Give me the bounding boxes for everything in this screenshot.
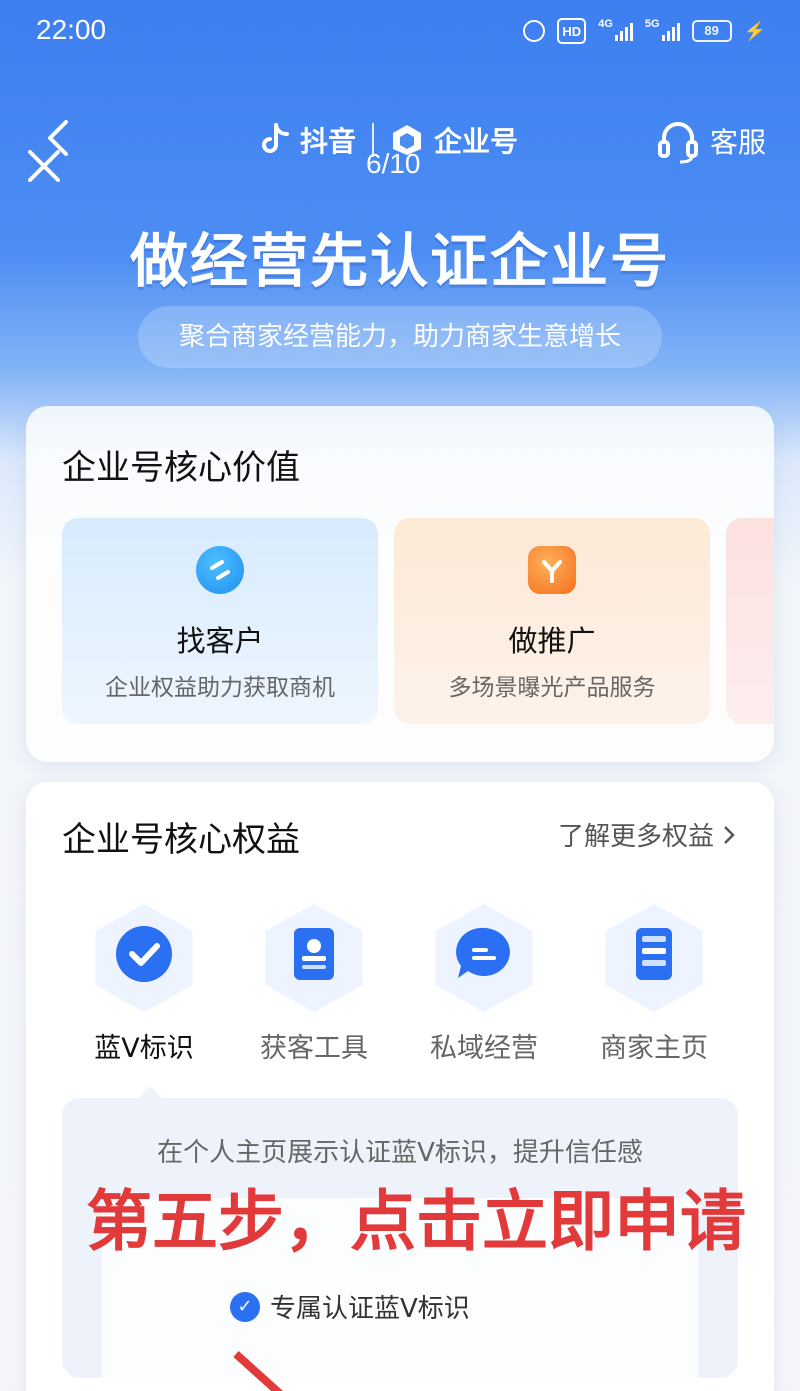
hd-icon: HD (557, 18, 587, 44)
page-counter: 6/10 (366, 148, 421, 179)
value-item-desc: 多场景曝光产品服务 (448, 675, 656, 701)
chat-bubble-icon (456, 927, 510, 978)
benefit-blue-v[interactable]: 蓝V标识 (74, 904, 214, 1065)
tutorial-annotation: 第五步，点击立即申请 (86, 1183, 746, 1260)
core-benefits-card: 企业号核心权益 了解更多权益 蓝V标识 获客工具 私域经营 商家主页 在个人主页… (26, 782, 774, 1391)
value-item-promotion[interactable]: 做推广 多场景曝光产品服务 (394, 518, 710, 724)
benefit-label: 私域经营 (430, 1033, 538, 1064)
alarm-icon (523, 18, 546, 44)
value-item-next-partial[interactable] (726, 518, 774, 724)
battery-icon: 89 (691, 20, 732, 42)
value-item-desc: 企业权益助力获取商机 (105, 675, 335, 701)
headset-icon (657, 122, 698, 164)
status-icons: HD 4G 5G 89 ⚡ (523, 18, 766, 44)
more-benefits-label: 了解更多权益 (557, 822, 714, 852)
service-label: 客服 (709, 126, 766, 159)
homepage-icon (636, 928, 672, 980)
benefit-detail-text: 在个人主页展示认证蓝V标识，提升信任感 (157, 1138, 643, 1168)
core-value-card: 企业号核心价值 找客户 企业权益助力获取商机 做推广 多场景曝光产品服务 (26, 406, 774, 762)
customer-icon (196, 546, 244, 594)
douyin-logo-icon (262, 123, 289, 153)
brand-enterprise: 企业号 (434, 125, 519, 158)
benefit-customer-tools[interactable]: 获客工具 (244, 904, 384, 1065)
feature-item: ✓ 专属认证蓝V标识 (230, 1288, 470, 1325)
status-bar: 22:00 HD 4G 5G 89 ⚡ (0, 0, 800, 64)
benefit-merchant-homepage[interactable]: 商家主页 (584, 904, 724, 1065)
more-benefits-link[interactable]: 了解更多权益 (558, 816, 736, 853)
feature-label: 专属认证蓝V标识 (270, 1294, 470, 1324)
core-benefits-title: 企业号核心权益 (62, 820, 300, 860)
benefit-label: 蓝V标识 (94, 1033, 194, 1064)
brand-douyin: 抖音 (300, 125, 357, 158)
close-icon[interactable] (26, 148, 62, 184)
promotion-icon (528, 546, 576, 594)
benefit-label: 获客工具 (260, 1033, 368, 1064)
signal-5g-icon: 5G (645, 18, 680, 44)
benefit-label: 商家主页 (600, 1033, 708, 1064)
benefit-private-domain[interactable]: 私域经营 (414, 904, 554, 1065)
status-time: 22:00 (36, 14, 107, 45)
charging-icon: ⚡ (743, 20, 766, 41)
value-item-find-customer[interactable]: 找客户 企业权益助力获取商机 (62, 518, 378, 724)
customer-service-button[interactable]: 客服 (657, 118, 766, 164)
hero-title: 做经营先认证企业号 (129, 227, 670, 295)
value-item-name: 找客户 (176, 624, 264, 658)
nav-bar: 抖音 企业号 6/10 客服 (0, 100, 800, 190)
value-item-name: 做推广 (508, 624, 596, 658)
blue-v-badge-icon (116, 926, 172, 982)
core-value-title: 企业号核心价值 (62, 448, 300, 488)
check-icon: ✓ (230, 1291, 260, 1322)
chevron-right-icon (724, 825, 735, 844)
hero-subtitle: 聚合商家经营能力，助力商家生意增长 (138, 306, 662, 368)
signal-4g-icon: 4G (598, 18, 633, 44)
contact-card-icon (294, 928, 334, 980)
